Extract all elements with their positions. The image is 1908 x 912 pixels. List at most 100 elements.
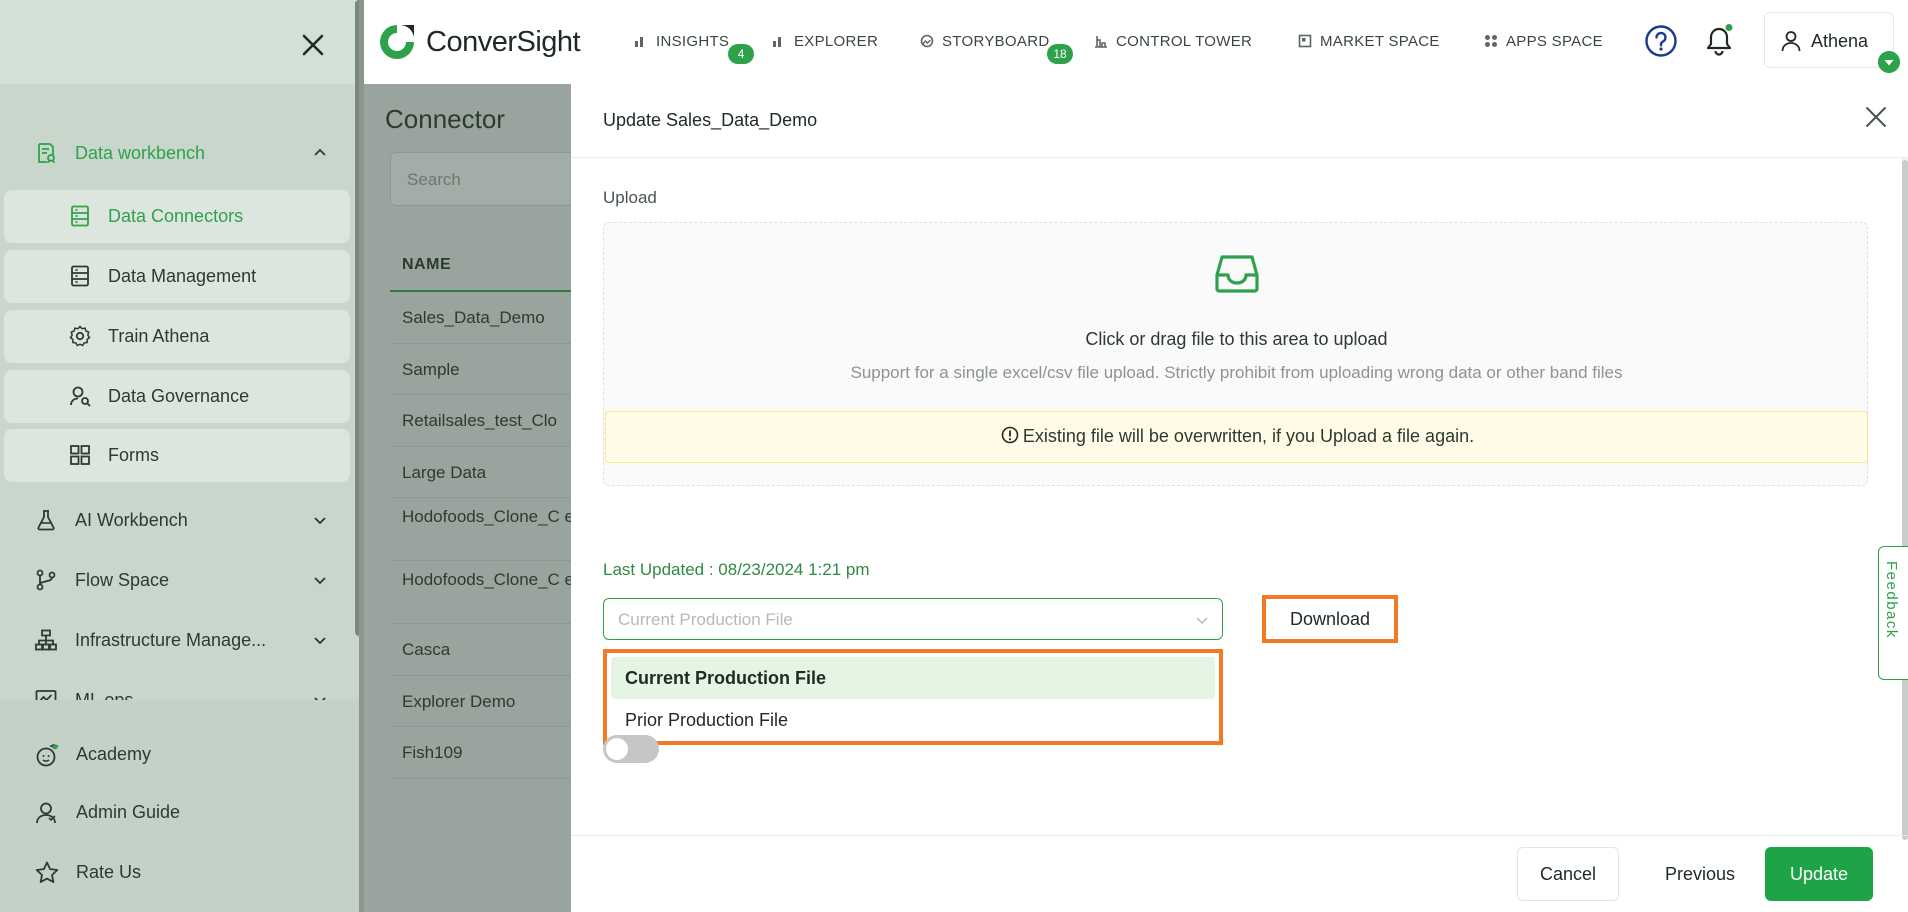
row-name: Casca: [402, 641, 451, 659]
toggle-knob: [606, 738, 628, 760]
download-button[interactable]: Download: [1262, 595, 1398, 643]
row-name: Sales_Data_Demo: [402, 309, 545, 327]
feedback-label: Feedback: [1883, 561, 1900, 639]
modal-title: Update Sales_Data_Demo: [603, 110, 818, 130]
nav-apps-space[interactable]: APPS SPACE: [1484, 30, 1603, 52]
sidebar-group-label: AI Workbench: [75, 509, 188, 530]
option-label: Current Production File: [625, 668, 827, 688]
option-prior-production-file[interactable]: Prior Production File: [611, 699, 1215, 741]
sidebar-item-train-athena[interactable]: Train Athena: [4, 310, 350, 363]
nav-control-tower[interactable]: CONTROL TOWER: [1094, 30, 1252, 52]
user-guide-icon: [36, 802, 56, 824]
table-row[interactable]: Fish109: [390, 727, 580, 779]
sidebar-group-label: Data workbench: [75, 142, 206, 163]
star-icon: [35, 861, 59, 883]
sidebar-item-label: Data Management: [108, 266, 257, 286]
row-name: Retailsales_test_Clo: [402, 412, 557, 430]
table-row[interactable]: Hodofoods_Clone_C e: [390, 561, 580, 624]
sidebar-item-label: Data Connectors: [108, 206, 244, 226]
overwrite-warning: Existing file will be overwritten, if yo…: [605, 411, 1868, 463]
search-input[interactable]: Search: [390, 152, 590, 206]
notification-bell-icon[interactable]: [1704, 24, 1736, 58]
nav-label: EXPLORER: [794, 32, 879, 50]
sidebar-item-data-management[interactable]: Data Management: [4, 250, 350, 303]
nav-market-space[interactable]: MARKET SPACE: [1298, 30, 1440, 52]
sidebar-item-data-governance[interactable]: Data Governance: [4, 370, 350, 423]
user-icon: [1781, 31, 1801, 52]
chevron-down-icon: [314, 517, 326, 525]
sidebar-link-label: Admin Guide: [76, 802, 181, 822]
table-row[interactable]: Large Data: [390, 447, 580, 498]
server-icon: [71, 265, 89, 287]
toggle-switch[interactable]: [603, 735, 659, 763]
upload-label: Upload: [603, 188, 657, 207]
modal-header-divider: [571, 157, 1908, 158]
help-icon[interactable]: [1644, 24, 1678, 58]
row-name: Fish109: [402, 744, 463, 762]
caret-down-icon[interactable]: [1878, 51, 1900, 73]
row-name: Large Data: [402, 464, 487, 482]
row-name: Hodofoods_Clone_C e: [402, 571, 575, 589]
sidebar-link-admin-guide[interactable]: Admin Guide: [0, 788, 359, 838]
close-icon[interactable]: [296, 28, 330, 62]
flask-icon: [37, 510, 55, 531]
sidebar-group-flow-space[interactable]: Flow Space: [0, 554, 359, 606]
page-title: Connector: [385, 104, 505, 134]
cancel-button[interactable]: Cancel: [1517, 847, 1619, 901]
chevron-down-icon: [1196, 617, 1208, 625]
storyboard-icon: [920, 34, 934, 48]
logo[interactable]: ConverSight: [376, 20, 581, 64]
feedback-tab[interactable]: Feedback: [1878, 546, 1908, 680]
option-label: Prior Production File: [625, 710, 789, 730]
sidebar-group-label: Infrastructure Manage...: [75, 629, 267, 650]
previous-button[interactable]: Previous: [1639, 847, 1761, 901]
search-placeholder: Search: [407, 170, 461, 189]
user-search-icon: [70, 386, 91, 407]
nav-label: STORYBOARD: [942, 32, 1050, 50]
nav-label: MARKET SPACE: [1320, 32, 1440, 50]
table-row[interactable]: Sales_Data_Demo: [390, 292, 580, 344]
sidebar-group-data-workbench[interactable]: Data workbench: [0, 127, 359, 179]
sidebar-group-ai-workbench[interactable]: AI Workbench: [0, 494, 359, 546]
gear-icon: [69, 325, 91, 347]
grid-icon: [70, 445, 90, 465]
sidebar-link-academy[interactable]: Academy: [0, 730, 359, 780]
nav-storyboard[interactable]: STORYBOARD: [920, 30, 1049, 52]
modal-footer-divider: [571, 835, 1908, 836]
academy-icon: [36, 744, 59, 767]
connector-panel: Connector Search NAME Sales_Data_Demo Sa…: [364, 84, 590, 912]
server-icon: [71, 205, 89, 227]
sidebar-item-label: Forms: [108, 445, 159, 465]
update-connector-drawer: Update Sales_Data_Demo Upload Click or d…: [571, 84, 1908, 912]
nav-insights[interactable]: INSIGHTS: [634, 30, 729, 52]
sidebar-item-data-connectors[interactable]: Data Connectors: [4, 190, 350, 243]
market-icon: [1298, 34, 1312, 48]
logo-text: ConverSight: [426, 25, 581, 58]
production-file-dropdown: Current Production File Prior Production…: [603, 649, 1223, 745]
row-name: Explorer Demo: [402, 693, 516, 711]
production-file-select[interactable]: Current Production File: [603, 598, 1223, 640]
inbox-icon: [1215, 255, 1259, 293]
chevron-up-icon: [314, 148, 326, 156]
chevron-down-icon: [314, 637, 326, 645]
update-button[interactable]: Update: [1765, 847, 1873, 901]
sidebar-link-label: Academy: [76, 744, 152, 764]
warning-text: Existing file will be overwritten, if yo…: [1022, 426, 1475, 446]
nav-explorer[interactable]: EXPLORER: [772, 30, 878, 52]
sidebar-group-infrastructure-management[interactable]: Infrastructure Manage...: [0, 614, 359, 666]
nav-label: APPS SPACE: [1506, 32, 1603, 50]
apps-icon: [1485, 35, 1497, 47]
chevron-down-icon: [314, 577, 326, 585]
table-row[interactable]: Casca: [390, 624, 580, 676]
table-row[interactable]: Retailsales_test_Clo: [390, 395, 580, 447]
table-row[interactable]: Sample: [390, 344, 580, 395]
user-menu[interactable]: Athena: [1764, 12, 1894, 68]
table-row[interactable]: Explorer Demo: [390, 676, 580, 727]
table-row[interactable]: Hodofoods_Clone_C e: [390, 498, 580, 561]
sidebar-item-forms[interactable]: Forms: [4, 429, 350, 482]
sidebar-link-rate-us[interactable]: Rate Us: [0, 848, 359, 898]
close-icon[interactable]: [1863, 104, 1889, 130]
upload-dropzone[interactable]: Click or drag file to this area to uploa…: [603, 222, 1868, 486]
modal-scrollbar[interactable]: [1902, 160, 1908, 840]
option-current-production-file[interactable]: Current Production File: [611, 657, 1215, 699]
